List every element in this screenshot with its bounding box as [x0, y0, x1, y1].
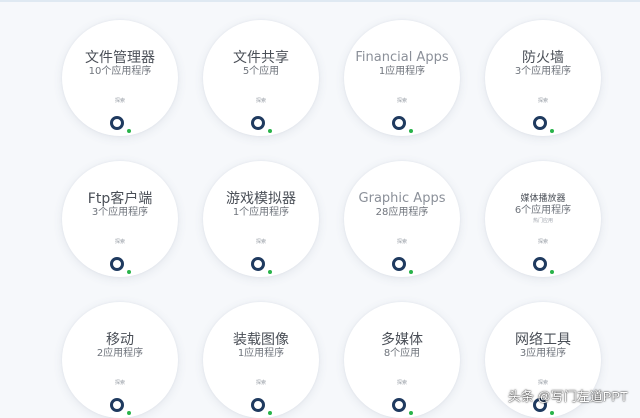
- card-count: 5个应用: [203, 66, 319, 78]
- ring-logo-icon: [251, 398, 265, 412]
- explore-link[interactable]: 探索: [485, 239, 601, 245]
- card-title: 媒体播放器: [485, 194, 601, 205]
- card-subtitle: 热门应用: [485, 218, 601, 224]
- card-count: 1应用程序: [344, 66, 460, 78]
- card-title: 多媒体: [344, 332, 460, 348]
- card-count: 3应用程序: [485, 348, 601, 360]
- card-count: 8个应用: [344, 348, 460, 360]
- category-card-financial-apps[interactable]: Financial Apps 1应用程序 探索: [344, 20, 460, 136]
- status-dot-icon: [550, 411, 554, 415]
- status-dot-icon: [268, 129, 272, 133]
- explore-link[interactable]: 探索: [344, 380, 460, 386]
- status-dot-icon: [550, 270, 554, 274]
- card-title: Financial Apps: [344, 50, 460, 66]
- card-title: Graphic Apps: [344, 191, 460, 207]
- card-count: 10个应用程序: [62, 66, 178, 78]
- category-card-game-emulator[interactable]: 游戏模拟器 1个应用程序 探索: [203, 161, 319, 277]
- category-card-file-sharing[interactable]: 文件共享 5个应用 探索: [203, 20, 319, 136]
- explore-link[interactable]: 探索: [344, 239, 460, 245]
- status-dot-icon: [268, 270, 272, 274]
- status-dot-icon: [409, 411, 413, 415]
- explore-link[interactable]: 探索: [62, 380, 178, 386]
- card-count: 28应用程序: [344, 207, 460, 219]
- ring-logo-icon: [251, 116, 265, 130]
- explore-link[interactable]: 探索: [485, 98, 601, 104]
- card-title: 文件管理器: [62, 50, 178, 66]
- card-title: 移动: [62, 332, 178, 348]
- explore-link[interactable]: 探索: [203, 98, 319, 104]
- explore-link[interactable]: 探索: [203, 239, 319, 245]
- category-card-file-manager[interactable]: 文件管理器 10个应用程序 探索: [62, 20, 178, 136]
- card-title: 游戏模拟器: [203, 191, 319, 207]
- status-dot-icon: [127, 411, 131, 415]
- status-dot-icon: [268, 411, 272, 415]
- ring-logo-icon: [110, 257, 124, 271]
- card-count: 3个应用程序: [485, 66, 601, 78]
- status-dot-icon: [409, 270, 413, 274]
- card-count: 2应用程序: [62, 348, 178, 360]
- category-card-ftp-client[interactable]: Ftp客户端 3个应用程序 探索: [62, 161, 178, 277]
- category-grid: 文件管理器 10个应用程序 探索 文件共享 5个应用 探索 Financial …: [0, 0, 640, 417]
- explore-link[interactable]: 探索: [62, 239, 178, 245]
- card-title: 装载图像: [203, 332, 319, 348]
- category-card-media-player[interactable]: 媒体播放器 6个应用程序 热门应用 探索: [485, 161, 601, 277]
- category-card-firewall[interactable]: 防火墙 3个应用程序 探索: [485, 20, 601, 136]
- card-count: 3个应用程序: [62, 207, 178, 219]
- card-count: 6个应用程序: [485, 205, 601, 217]
- card-title: 网络工具: [485, 332, 601, 348]
- ring-logo-icon: [110, 398, 124, 412]
- category-card-mobile[interactable]: 移动 2应用程序 探索: [62, 302, 178, 418]
- status-dot-icon: [550, 129, 554, 133]
- card-count: 1个应用程序: [203, 207, 319, 219]
- category-card-graphic-apps[interactable]: Graphic Apps 28应用程序 探索: [344, 161, 460, 277]
- ring-logo-icon: [392, 398, 406, 412]
- category-card-mount-image[interactable]: 装载图像 1应用程序 探索: [203, 302, 319, 418]
- ring-logo-icon: [251, 257, 265, 271]
- card-title: 文件共享: [203, 50, 319, 66]
- card-count: 1应用程序: [203, 348, 319, 360]
- explore-link[interactable]: 探索: [62, 98, 178, 104]
- card-title: Ftp客户端: [62, 191, 178, 207]
- status-dot-icon: [127, 270, 131, 274]
- ring-logo-icon: [392, 116, 406, 130]
- status-dot-icon: [127, 129, 131, 133]
- ring-logo-icon: [533, 257, 547, 271]
- category-card-multimedia[interactable]: 多媒体 8个应用 探索: [344, 302, 460, 418]
- explore-link[interactable]: 探索: [344, 98, 460, 104]
- ring-logo-icon: [392, 257, 406, 271]
- card-title: 防火墙: [485, 50, 601, 66]
- watermark: 头条 @写门左道PPT: [508, 386, 628, 405]
- ring-logo-icon: [533, 116, 547, 130]
- status-dot-icon: [409, 129, 413, 133]
- explore-link[interactable]: 探索: [203, 380, 319, 386]
- ring-logo-icon: [110, 116, 124, 130]
